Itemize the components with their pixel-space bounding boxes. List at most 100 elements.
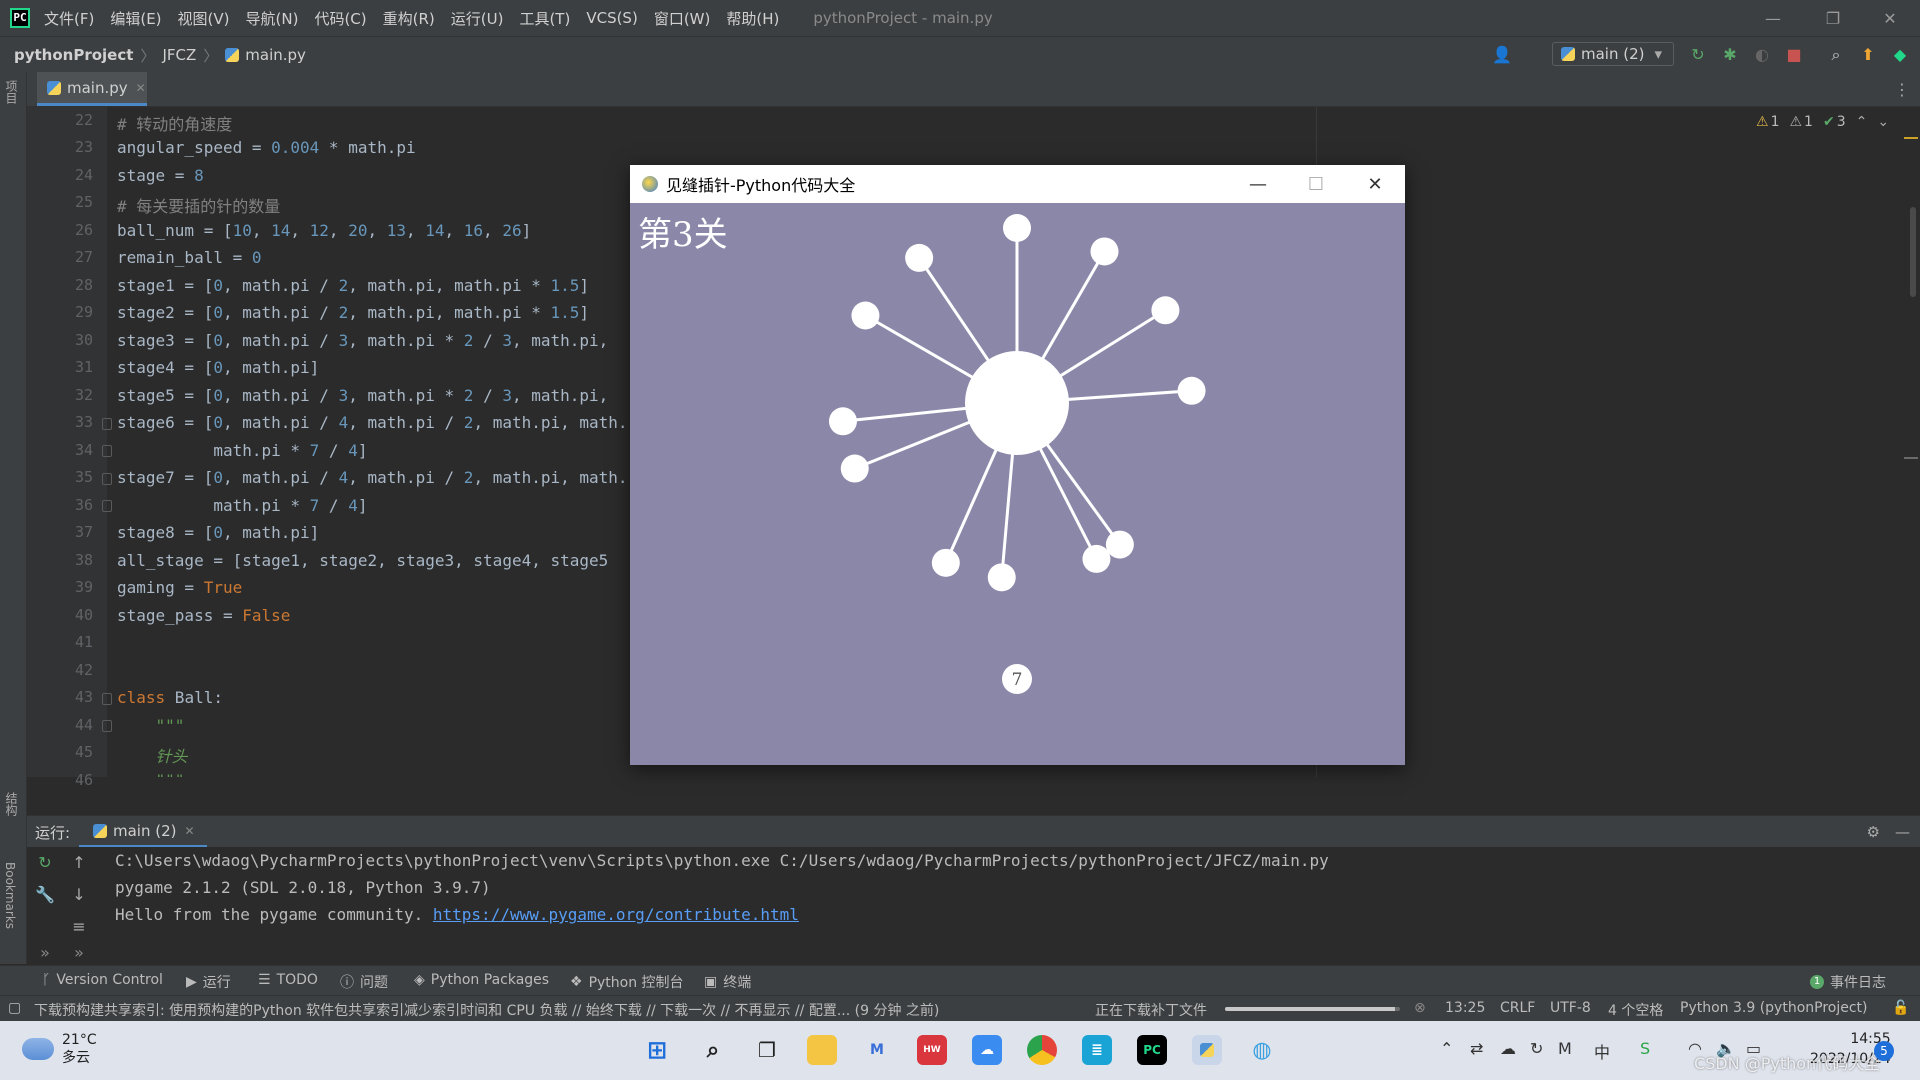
rerun-icon[interactable]: ↻ [1688,45,1708,65]
run-tab-close-icon[interactable]: ✕ [185,824,195,838]
fold-marker-icon[interactable] [102,418,112,430]
fold-marker-icon[interactable] [102,500,112,512]
menu-help[interactable]: 帮助(H) [726,8,779,29]
debug-icon[interactable]: ✱ [1720,45,1740,65]
tab-main-py[interactable]: main.py ✕ [37,72,147,106]
tool-tab-todo[interactable]: ☰ TODO [258,972,318,988]
tray-sync-icon[interactable]: ↻ [1530,1039,1543,1058]
python-taskbar-icon[interactable] [1192,1035,1222,1065]
plugin-icon[interactable]: ◆ [1890,45,1910,65]
menu-edit[interactable]: 编辑(E) [110,8,161,29]
pygame-contribute-link[interactable]: https://www.pygame.org/contribute.html [433,905,799,924]
tab-close-icon[interactable]: ✕ [136,81,146,95]
menu-vcs[interactable]: VCS(S) [586,9,637,27]
game-canvas[interactable]: 7 第3关 [630,203,1405,765]
caret-position[interactable]: 13:25 [1445,1000,1485,1016]
tray-ime-icon[interactable]: 中 [1594,1039,1610,1063]
bookmarks-tool-tab[interactable]: Bookmarks [3,862,17,929]
tray-mail-icon[interactable]: M [1558,1039,1572,1058]
editor-scrollbar[interactable] [1904,107,1920,777]
coverage-icon[interactable]: ◐ [1752,45,1772,65]
more-tools-icon[interactable]: » [35,943,55,963]
rerun-icon[interactable]: ↻ [35,853,55,873]
tool-tab-python-console[interactable]: ❖ Python 控制台 [570,972,684,992]
game-minimize-icon[interactable]: — [1229,165,1287,203]
fold-marker-icon[interactable] [102,720,112,732]
huawei-app-icon[interactable]: HW [917,1035,947,1065]
start-icon[interactable]: ⊞ [642,1035,672,1065]
inspection-widget[interactable]: ⚠ 1 ⚠ 1 ✔ 3 ⌃ ⌄ [1756,114,1889,130]
tool-tab-event-log[interactable]: 1 事件日志 [1810,972,1886,992]
error-stripe-mark[interactable] [1904,137,1918,139]
tray-settings-icon[interactable]: ⇄ [1470,1039,1483,1058]
line-separator[interactable]: CRLF [1500,1000,1535,1016]
tool-tab-problems[interactable]: ⓘ 问题 [340,972,388,992]
run-tab-main[interactable]: main (2) ✕ [79,816,207,848]
breadcrumb-folder[interactable]: JFCZ [162,46,196,64]
hide-panel-icon[interactable]: — [1895,823,1910,841]
tool-tab-version-control[interactable]: ᚴ Version Control [42,972,163,988]
menu-file[interactable]: 文件(F) [44,8,94,29]
restore-icon[interactable]: ❐ [1805,0,1861,36]
lock-icon[interactable]: 🔓 [1892,1000,1909,1016]
scroll-up-icon[interactable]: ↑ [69,853,89,873]
menu-tools[interactable]: 工具(T) [519,8,570,29]
file-explorer-icon[interactable] [807,1035,837,1065]
scrollbar-thumb[interactable] [1910,207,1916,297]
game-close-icon[interactable]: ✕ [1346,165,1404,203]
structure-tool-tab[interactable]: 结构 [3,792,20,816]
more-actions-icon[interactable]: » [69,943,89,963]
tray-app-icon[interactable]: S [1640,1039,1650,1058]
wrench-icon[interactable]: 🔧 [35,885,55,905]
game-maximize-icon[interactable]: ☐ [1287,165,1345,203]
tool-tab-python-packages[interactable]: ◈ Python Packages [414,972,549,988]
python-interpreter[interactable]: Python 3.9 (pythonProject) [1680,1000,1868,1016]
scroll-down-icon[interactable]: ↓ [69,885,89,905]
game-window-titlebar[interactable]: 见缝插针-Python代码大全 — ☐ ✕ [630,165,1405,203]
search-icon[interactable]: ⌕ [698,1035,728,1065]
fold-marker-icon[interactable] [102,473,112,485]
user-icon[interactable]: 👤 [1492,45,1512,65]
tool-tab-run[interactable]: ▶ 运行 [186,972,231,992]
indent-setting[interactable]: 4 个空格 [1608,1000,1663,1020]
chevron-down-icon[interactable]: ⌄ [1877,114,1889,130]
settings-gear-icon[interactable]: ⚙ [1867,823,1880,841]
fold-marker-icon[interactable] [102,693,112,705]
run-console[interactable]: C:\Users\wdaog\PycharmProjects\pythonPro… [101,847,1920,965]
tray-cloud-icon[interactable]: ☁ [1500,1039,1516,1058]
cancel-download-icon[interactable]: ⊗ [1414,1000,1426,1016]
tray-chevron-icon[interactable]: ⌃ [1440,1039,1453,1058]
file-encoding[interactable]: UTF-8 [1550,1000,1591,1016]
search-icon[interactable]: ⌕ [1826,45,1846,65]
update-icon[interactable]: ⬆ [1858,45,1878,65]
breadcrumb-file[interactable]: main.py [245,46,306,64]
task-view-icon[interactable]: ❐ [752,1035,782,1065]
menu-run[interactable]: 运行(U) [451,8,504,29]
run-config-select[interactable]: main (2) ▾ [1552,42,1674,66]
mail-app-icon[interactable]: M [862,1035,892,1065]
breadcrumb-project[interactable]: pythonProject [14,46,133,64]
menu-navigate[interactable]: 导航(N) [246,8,299,29]
cloud-app-icon[interactable]: ☁ [972,1035,1002,1065]
project-tool-tab[interactable]: 项目 [3,80,20,104]
panel-toggle-icon[interactable]: ▢ [8,1000,21,1016]
fold-marker-icon[interactable] [102,445,112,457]
chrome-icon[interactable] [1027,1035,1057,1065]
close-icon[interactable]: ✕ [1862,0,1918,36]
chevron-up-icon[interactable]: ⌃ [1856,114,1868,130]
error-stripe-mark[interactable] [1904,457,1918,459]
menu-window[interactable]: 窗口(W) [654,8,711,29]
tool-tab-terminal[interactable]: ▣ 终端 [704,972,751,992]
menu-refactor[interactable]: 重构(R) [383,8,435,29]
soft-wrap-icon[interactable]: ≡ [69,917,89,937]
notepad-icon[interactable]: ≣ [1082,1035,1112,1065]
menu-view[interactable]: 视图(V) [178,8,230,29]
pycharm-taskbar-icon[interactable]: PC [1137,1035,1167,1065]
stop-icon[interactable]: ■ [1784,45,1804,65]
status-message[interactable]: 下载预构建共享索引: 使用预构建的Python 软件包共享索引减少索引时间和 C… [34,1000,939,1020]
weather-widget[interactable]: 21°C 多云 [22,1031,97,1067]
more-icon[interactable]: ⋮ [1894,80,1910,99]
browser-icon[interactable]: ◍ [1247,1035,1277,1065]
minimize-icon[interactable]: — [1745,0,1801,36]
menu-code[interactable]: 代码(C) [314,8,366,29]
